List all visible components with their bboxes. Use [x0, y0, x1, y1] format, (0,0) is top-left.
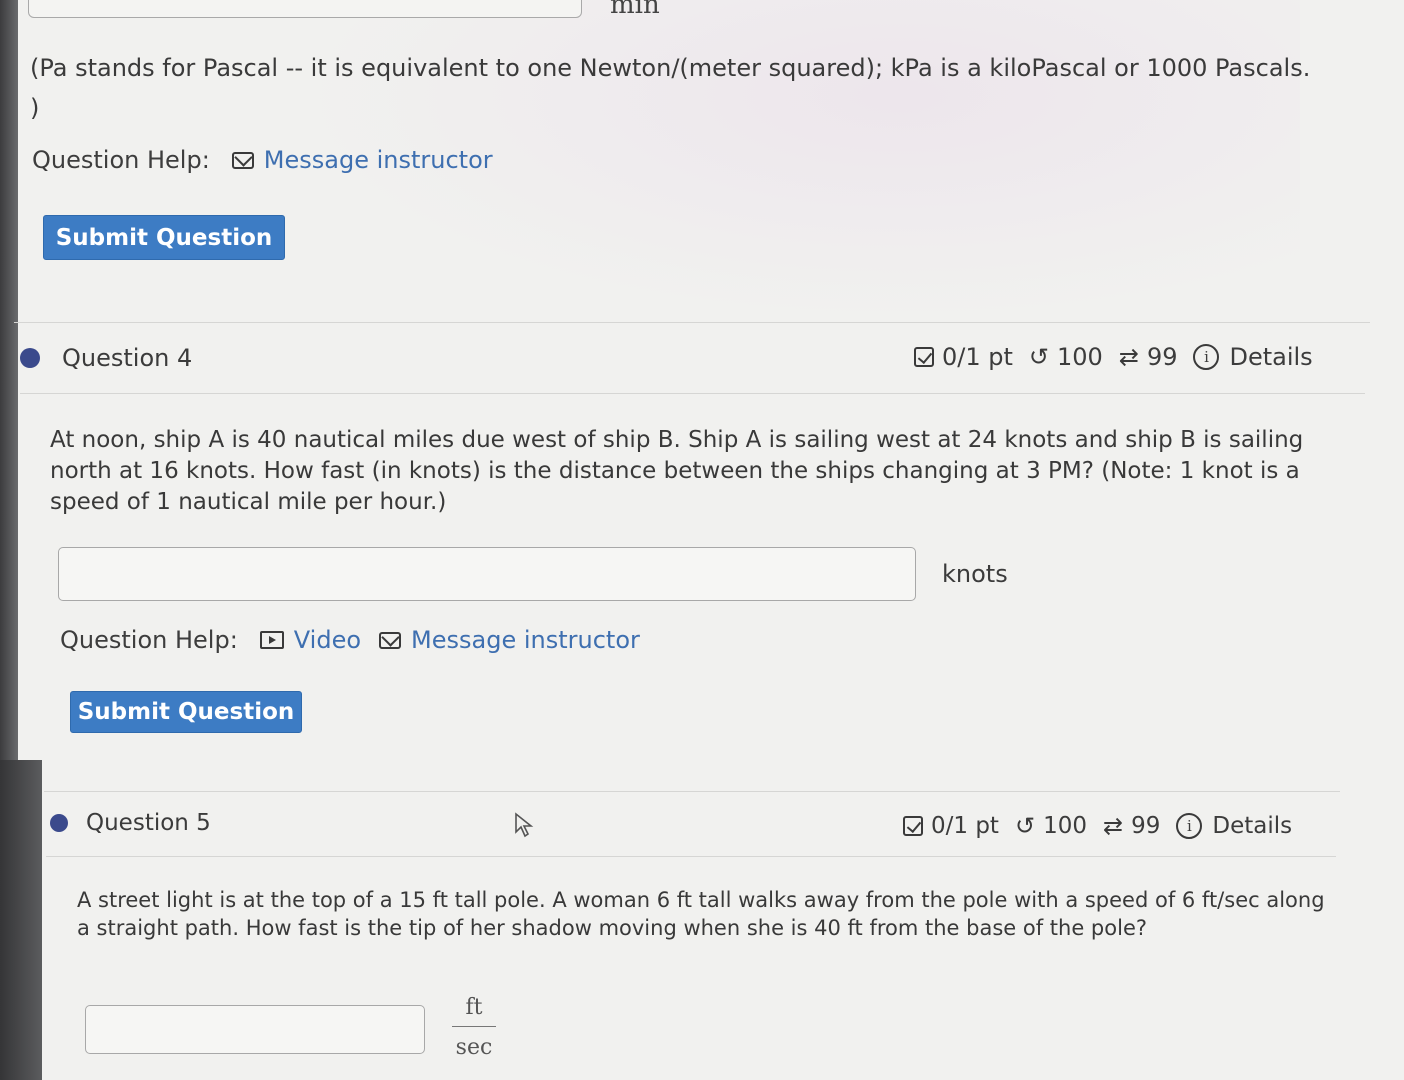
score: 0/1 pt [903, 813, 999, 839]
question-5-header[interactable]: Question 5 [50, 810, 211, 836]
details-link[interactable]: i Details [1193, 343, 1313, 371]
question-4-title: Question 4 [62, 344, 193, 372]
divider [46, 856, 1336, 857]
video-label: Video [293, 626, 362, 654]
divider [20, 393, 1365, 394]
video-icon [259, 631, 284, 649]
question-4-unit: knots [942, 560, 1008, 588]
details-label: Details [1212, 813, 1293, 839]
score: 0/1 pt [914, 343, 1013, 371]
details-label: Details [1229, 343, 1313, 371]
repeat-icon: ⇄ [1118, 343, 1139, 371]
undo-icon: ↺ [1028, 343, 1050, 371]
question-status-dot [20, 348, 40, 368]
question-help-label: Question Help: [32, 146, 210, 174]
retries-value: 100 [1057, 343, 1103, 371]
question-4-answer-input[interactable] [58, 547, 916, 601]
screen-bezel-left-lower [0, 760, 42, 1080]
question-status-dot [50, 814, 68, 832]
submissions: ⇄ 99 [1119, 343, 1178, 371]
message-instructor-label: Message instructor [411, 626, 640, 654]
message-instructor-link[interactable]: Message instructor [231, 146, 493, 174]
question-5-answer-input[interactable] [85, 1005, 425, 1054]
pascal-note-close: ) [30, 94, 40, 122]
question-4-meta: 0/1 pt ↺ 100 ⇄ 99 i Details [914, 343, 1313, 371]
question-4-text: At noon, ship A is 40 nautical miles due… [50, 427, 1304, 515]
mail-icon [379, 631, 402, 649]
message-instructor-label: Message instructor [263, 146, 493, 174]
submit-question-button-prev[interactable]: Submit Question [43, 215, 285, 260]
question-5-unit-fraction: ft sec [452, 995, 496, 1060]
divider [44, 791, 1340, 792]
submissions-value: 99 [1131, 813, 1161, 839]
previous-answer-input[interactable] [28, 0, 582, 18]
unit-denominator: sec [455, 1035, 493, 1060]
question-help-row-prev: Question Help: Message instructor [32, 146, 511, 174]
fraction-bar [452, 1026, 496, 1027]
mail-icon [231, 151, 254, 169]
retries: ↺ 100 [1015, 812, 1087, 840]
retries: ↺ 100 [1029, 343, 1103, 371]
unit-numerator: ft [465, 995, 483, 1020]
score-value: 0/1 pt [942, 343, 1013, 371]
message-instructor-link[interactable]: Message instructor [379, 626, 640, 654]
question-4-header[interactable]: Question 4 [20, 344, 192, 372]
repeat-icon: ⇄ [1102, 812, 1124, 840]
question-5-meta: 0/1 pt ↺ 100 ⇄ 99 i Details [903, 812, 1292, 840]
previous-unit: min [610, 0, 660, 20]
submit-question-button-4[interactable]: Submit Question [70, 691, 302, 733]
pascal-note: (Pa stands for Pascal -- it is equivalen… [30, 48, 1370, 128]
submissions-value: 99 [1146, 343, 1178, 371]
divider [14, 322, 1370, 323]
mouse-cursor-icon [515, 812, 534, 838]
info-icon: i [1176, 813, 1203, 839]
video-link[interactable]: Video [259, 626, 362, 654]
undo-icon: ↺ [1014, 812, 1036, 840]
question-5-title: Question 5 [86, 810, 211, 836]
details-link[interactable]: i Details [1176, 813, 1292, 839]
question-help-row-4: Question Help: Video Message instructor [60, 626, 658, 654]
score-value: 0/1 pt [931, 813, 999, 839]
retries-value: 100 [1043, 813, 1087, 839]
info-icon: i [1193, 344, 1220, 370]
submissions: ⇄ 99 [1103, 812, 1160, 840]
question-help-label: Question Help: [60, 626, 238, 654]
question-5-text: A street light is at the top of a 15 ft … [77, 888, 1325, 940]
pascal-note-line: (Pa stands for Pascal -- it is equivalen… [30, 54, 1311, 82]
checkbox-score-icon [903, 816, 923, 836]
checkbox-score-icon [914, 347, 934, 367]
